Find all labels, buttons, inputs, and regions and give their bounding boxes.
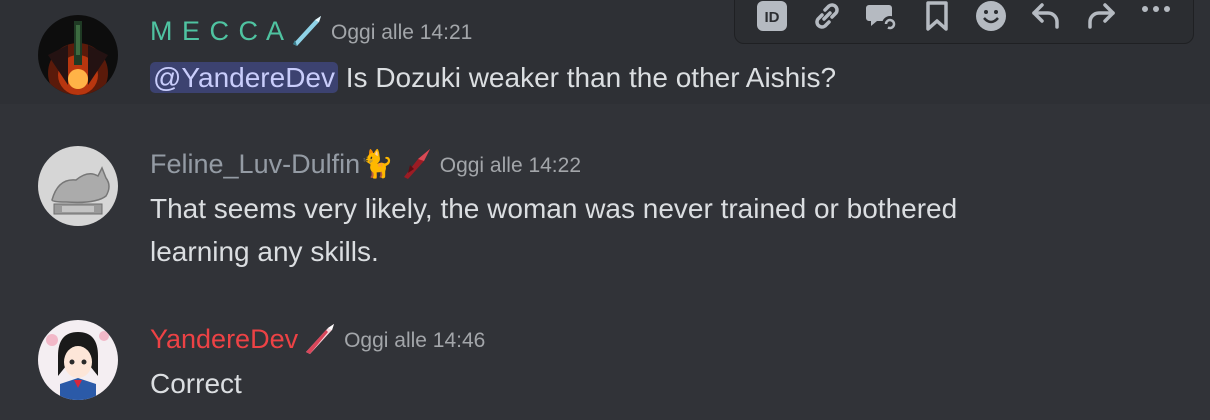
- message-text: Correct: [150, 368, 242, 399]
- message-text: Is Dozuki weaker than the other Aishis?: [338, 62, 837, 93]
- pink-sword-icon[interactable]: [302, 322, 338, 356]
- avatar-feline[interactable]: [38, 146, 118, 226]
- link-icon[interactable]: [807, 0, 847, 36]
- teal-sword-icon[interactable]: [289, 14, 325, 48]
- more-icon[interactable]: [1136, 0, 1176, 36]
- username[interactable]: M E C C A: [150, 14, 285, 48]
- username[interactable]: Feline_Luv-Dulfin🐈: [150, 147, 394, 181]
- message-header: M E C C A Oggi alle 14:21: [150, 14, 472, 48]
- emoji-icon[interactable]: [971, 0, 1011, 36]
- avatar-mecca[interactable]: [38, 15, 118, 95]
- message-content: That seems very likely, the woman was ne…: [150, 187, 957, 273]
- message-text-line: learning any skills.: [150, 236, 379, 267]
- timestamp[interactable]: Oggi alle 14:46: [344, 326, 485, 356]
- message-content: @YandereDev Is Dozuki weaker than the ot…: [150, 56, 836, 99]
- chat-messages: M E C C A Oggi alle 14:21 @YandereDev Is…: [0, 0, 1210, 420]
- forward-icon[interactable]: [1081, 0, 1121, 36]
- message-feline[interactable]: Feline_Luv-Dulfin🐈 Oggi alle 14:22 That …: [0, 130, 1210, 280]
- avatar-yanderedev[interactable]: [38, 320, 118, 400]
- id-icon-label: ID: [765, 9, 780, 26]
- message-content: Correct: [150, 362, 242, 405]
- message-text-line: That seems very likely, the woman was ne…: [150, 193, 958, 224]
- user-mention[interactable]: @YandereDev: [150, 62, 338, 93]
- message-header: YandereDev Oggi alle 14:46: [150, 322, 485, 356]
- timestamp[interactable]: Oggi alle 14:22: [440, 151, 581, 181]
- bookmark-icon[interactable]: [917, 0, 957, 36]
- username[interactable]: YandereDev: [150, 322, 298, 356]
- message-yanderedev[interactable]: YandereDev Oggi alle 14:46 Correct: [0, 305, 1210, 420]
- reply-icon[interactable]: [1026, 0, 1066, 36]
- message-header: Feline_Luv-Dulfin🐈 Oggi alle 14:22: [150, 147, 581, 181]
- message-actions-toolbar: ID: [734, 0, 1194, 44]
- id-icon[interactable]: ID: [752, 0, 792, 36]
- red-blade-icon[interactable]: [398, 147, 434, 181]
- thread-icon[interactable]: [862, 0, 902, 36]
- timestamp[interactable]: Oggi alle 14:21: [331, 18, 472, 48]
- message-mecca[interactable]: M E C C A Oggi alle 14:21 @YandereDev Is…: [0, 0, 1210, 104]
